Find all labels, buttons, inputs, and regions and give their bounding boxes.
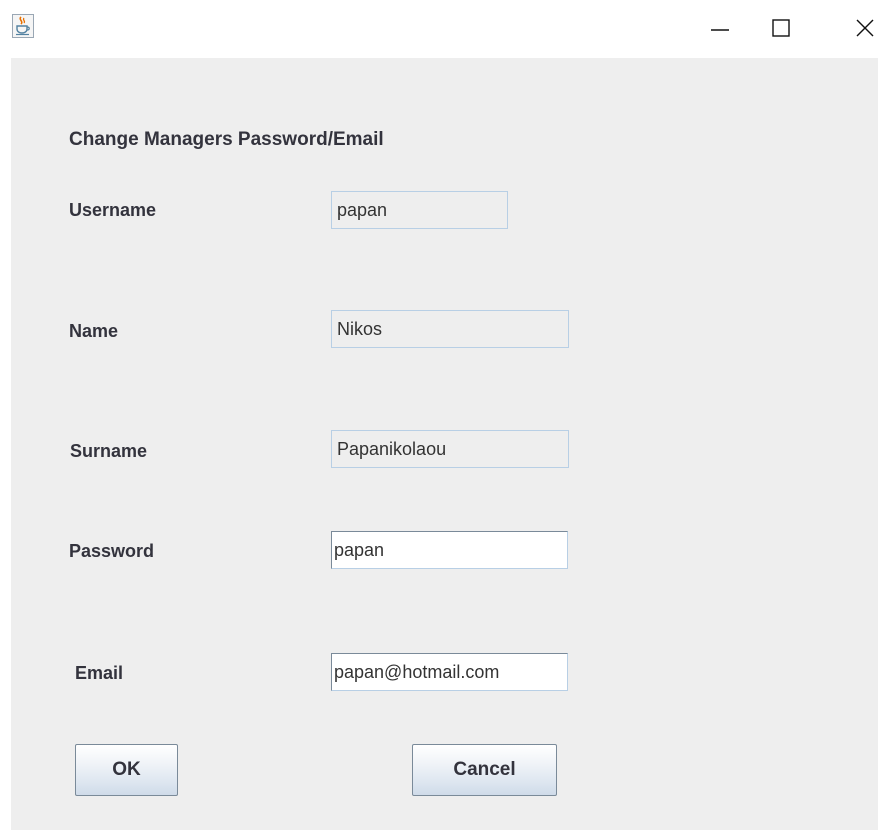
minimize-icon — [710, 18, 730, 38]
java-cup-icon[interactable] — [12, 14, 34, 38]
form-panel: Change Managers Password/Email Username … — [11, 58, 878, 830]
email-input[interactable]: papan@hotmail.com — [331, 653, 568, 691]
name-label: Name — [69, 321, 119, 341]
username-label: Username — [69, 200, 157, 220]
cancel-button[interactable]: Cancel — [412, 744, 557, 796]
name-field: Nikos — [331, 310, 569, 348]
maximize-icon — [771, 18, 791, 38]
close-icon — [855, 18, 875, 38]
minimize-button[interactable] — [697, 8, 743, 48]
title-bar — [0, 0, 884, 58]
password-label: Password — [69, 541, 155, 561]
surname-label: Surname — [70, 441, 148, 461]
form-heading: Change Managers Password/Email — [69, 129, 384, 150]
maximize-button[interactable] — [758, 8, 804, 48]
ok-button[interactable]: OK — [75, 744, 178, 796]
password-input[interactable]: papan — [331, 531, 568, 569]
email-label: Email — [75, 663, 124, 683]
close-button[interactable] — [846, 8, 884, 48]
surname-field: Papanikolaou — [331, 430, 569, 468]
username-field: papan — [331, 191, 508, 229]
